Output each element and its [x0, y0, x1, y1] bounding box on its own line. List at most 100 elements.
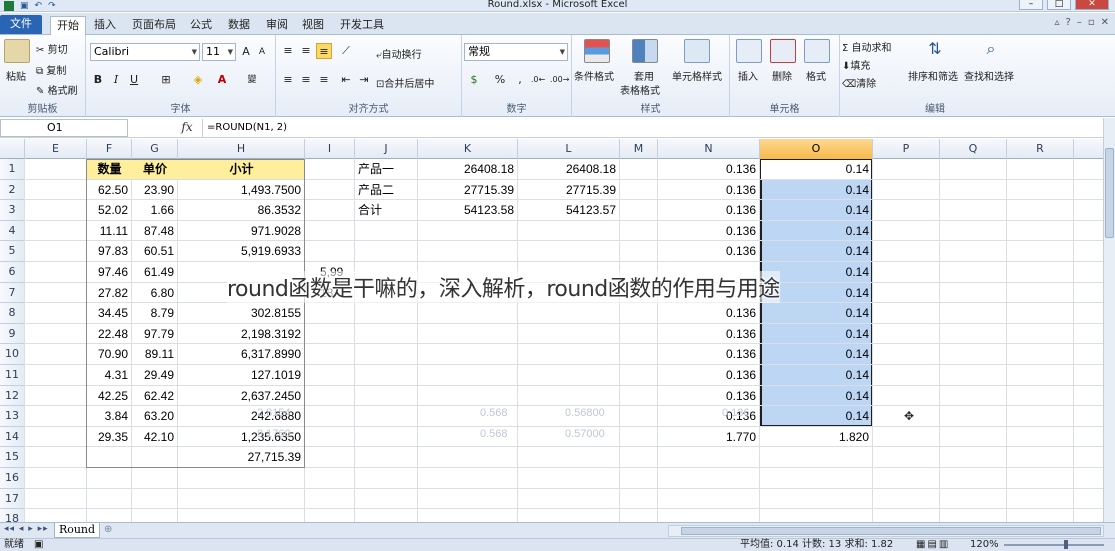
row-header[interactable]: 6 [0, 262, 25, 283]
cell-product-name[interactable]: 产品一 [355, 159, 418, 179]
cell-o-value[interactable]: 0.14 [760, 406, 873, 426]
cell-product-l[interactable]: 27715.39 [518, 180, 620, 200]
grow-font-icon[interactable]: A [238, 44, 254, 60]
column-header[interactable]: G [132, 139, 178, 159]
cell-subtotal[interactable]: 971.9028 [178, 221, 305, 241]
cell-n-value[interactable]: 0.136 [658, 386, 760, 406]
increase-indent-icon[interactable]: ⇥ [356, 72, 372, 88]
column-header[interactable]: H [178, 139, 305, 159]
row-header[interactable]: 13 [0, 406, 25, 427]
cell-price[interactable]: 1.66 [132, 200, 178, 220]
cell-n-total[interactable]: 1.770 [658, 427, 760, 447]
cell-qty[interactable]: 11.11 [87, 221, 132, 241]
cell-qty[interactable]: 62.50 [87, 180, 132, 200]
zoom-slider[interactable] [1004, 544, 1104, 546]
column-header[interactable]: F [87, 139, 132, 159]
cell-qty[interactable]: 70.90 [87, 344, 132, 364]
column-header[interactable]: R [1007, 139, 1074, 159]
cell-product-name[interactable]: 合计 [355, 200, 418, 220]
cell-qty[interactable]: 3.84 [87, 406, 132, 426]
cell-total-subtotal[interactable]: 27,715.39 [178, 447, 305, 467]
underline-button[interactable]: U [126, 72, 142, 88]
sort-filter-icon[interactable]: ⇅ [922, 39, 948, 63]
column-header[interactable]: P [873, 139, 940, 159]
cell-price[interactable]: 97.79 [132, 324, 178, 344]
sheet-tab-round[interactable]: Round [54, 523, 100, 538]
cell-price[interactable]: 29.49 [132, 365, 178, 385]
header-cell-qty[interactable]: 数量 [87, 159, 132, 179]
increase-decimal-icon[interactable]: .0← [530, 72, 546, 88]
cell-styles-icon[interactable] [684, 39, 710, 63]
cell-o-value[interactable]: 0.14 [760, 365, 873, 385]
format-button[interactable]: 格式 [806, 68, 826, 83]
row-header[interactable]: 15 [0, 447, 25, 468]
tab-data[interactable]: 数据 [222, 16, 256, 35]
insert-sheet-icon[interactable]: ⊕ [104, 524, 112, 535]
cell-o-value[interactable]: 0.14 [760, 180, 873, 200]
cell-o-value[interactable]: 0.14 [760, 344, 873, 364]
cell-styles-button[interactable]: 单元格样式 [672, 68, 722, 83]
align-middle-icon[interactable]: ≡ [298, 43, 314, 59]
cell-subtotal[interactable]: 5,919.6933 [178, 241, 305, 261]
column-header[interactable]: Q [940, 139, 1007, 159]
tab-view[interactable]: 视图 [296, 16, 330, 35]
cell-price[interactable]: 42.10 [132, 427, 178, 447]
formula-input[interactable]: =ROUND(N1, 2) [202, 119, 1107, 137]
conditional-format-icon[interactable] [584, 39, 610, 63]
currency-icon[interactable]: $ [466, 72, 482, 88]
paste-button[interactable]: 粘贴 [6, 68, 26, 83]
row-header[interactable]: 14 [0, 426, 25, 448]
cell-qty[interactable]: 97.83 [87, 241, 132, 261]
tab-page-layout[interactable]: 页面布局 [126, 16, 182, 35]
italic-button[interactable]: I [108, 72, 124, 88]
row-header[interactable]: 5 [0, 241, 25, 262]
align-bottom-icon[interactable]: ≡ [316, 43, 332, 59]
bold-button[interactable]: B [90, 72, 106, 88]
paste-icon[interactable] [4, 39, 30, 63]
row-header[interactable]: 16 [0, 468, 25, 489]
cell-price[interactable]: 8.79 [132, 303, 178, 323]
tab-developer[interactable]: 开发工具 [334, 16, 390, 35]
row-header[interactable]: 9 [0, 323, 25, 345]
cell-product-k[interactable]: 54123.58 [418, 200, 518, 220]
cell-n-value[interactable]: 0.136 [658, 180, 760, 200]
format-cells-icon[interactable] [804, 39, 830, 63]
cell-n-value[interactable]: 0.136 [658, 344, 760, 364]
cell-qty[interactable]: 97.46 [87, 262, 132, 282]
fill-color-icon[interactable]: ◈ [190, 72, 206, 88]
shrink-font-icon[interactable]: A [254, 44, 270, 60]
minimize-button[interactable]: – [1019, 0, 1043, 10]
cell-n-value[interactable]: 0.136 [658, 159, 760, 179]
font-color-icon[interactable]: A [214, 72, 230, 88]
doc-restore-icon[interactable]: ▫ [1088, 17, 1095, 28]
clear-button[interactable]: ⌫清除 [842, 75, 876, 90]
macro-record-icon[interactable]: ▣ [34, 539, 43, 551]
row-header[interactable]: 8 [0, 303, 25, 324]
cell-product-l[interactable]: 54123.57 [518, 200, 620, 220]
decrease-indent-icon[interactable]: ⇤ [338, 72, 354, 88]
binoculars-icon[interactable]: ⌕ [978, 39, 1004, 63]
cell-subtotal[interactable]: 127.1019 [178, 365, 305, 385]
row-header[interactable]: 3 [0, 200, 25, 221]
cell-o-value[interactable]: 0.14 [760, 159, 873, 179]
column-header-selected[interactable]: O [760, 139, 873, 159]
cell-subtotal[interactable]: 2,637.2450 [178, 386, 305, 406]
cell-o-total[interactable]: 1.820 [760, 427, 873, 447]
cell-o-value[interactable]: 0.14 [760, 241, 873, 261]
cell-subtotal[interactable]: 6,317.8990 [178, 344, 305, 364]
scroll-thumb[interactable] [1105, 148, 1114, 238]
column-header[interactable]: L [518, 139, 620, 159]
align-center-icon[interactable]: ≡ [298, 72, 314, 88]
cell-price[interactable]: 89.11 [132, 344, 178, 364]
cell-n-value[interactable]: 0.136 [658, 200, 760, 220]
cell-o-value[interactable]: 0.14 [760, 221, 873, 241]
cell-qty[interactable]: 34.45 [87, 303, 132, 323]
zoom-level[interactable]: 120% [970, 539, 999, 551]
column-header[interactable]: M [620, 139, 658, 159]
copy-button[interactable]: ⧉ 复制 [36, 62, 66, 77]
row-header[interactable]: 2 [0, 179, 25, 201]
cell-product-l[interactable]: 26408.18 [518, 159, 620, 179]
name-box[interactable]: O1 [0, 119, 128, 137]
select-all-corner[interactable] [0, 139, 25, 159]
cell-product-name[interactable]: 产品二 [355, 180, 418, 200]
